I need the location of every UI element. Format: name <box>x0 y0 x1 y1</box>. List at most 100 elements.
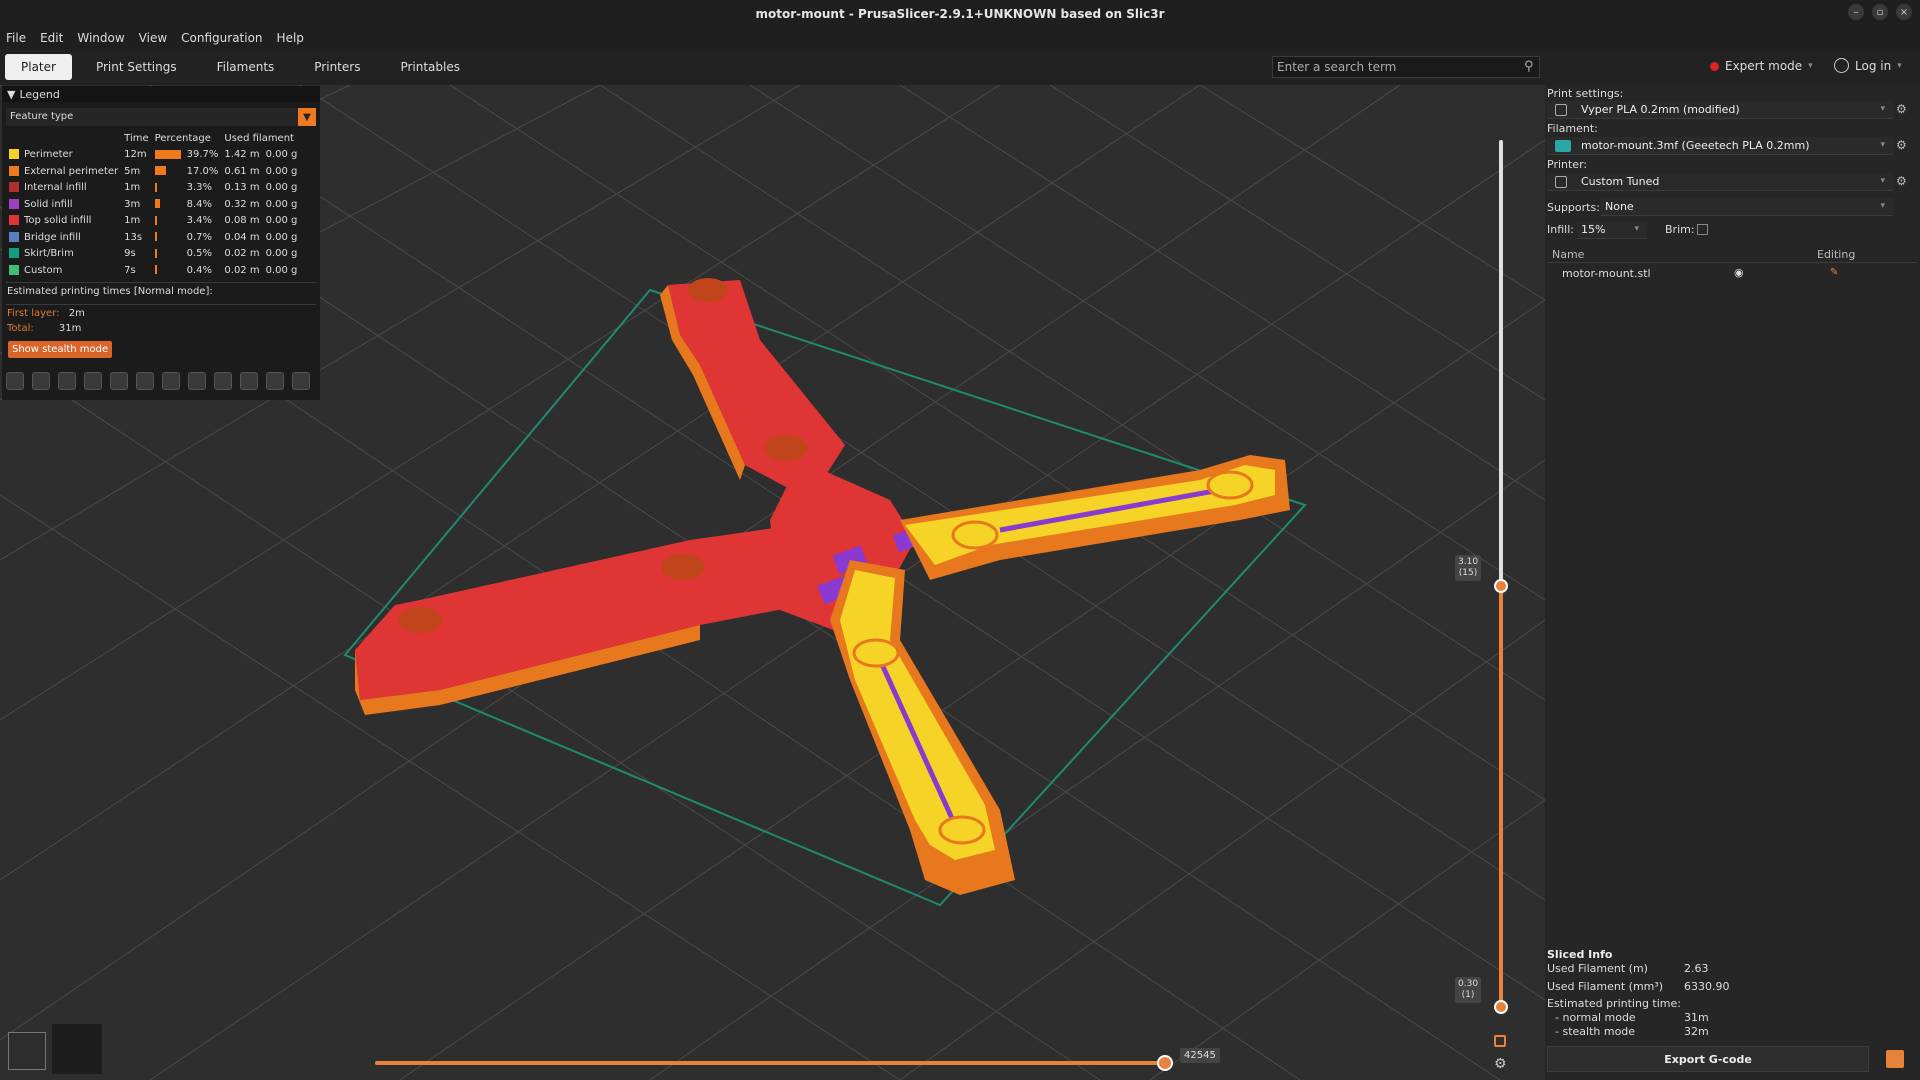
tab-printables[interactable]: Printables <box>384 54 476 80</box>
search-input[interactable]: Enter a search term <box>1272 56 1540 78</box>
lock-icon[interactable] <box>1494 1035 1506 1047</box>
legend-row[interactable]: External perimeter 5m 17.0% 0.61 m 0.00 g <box>6 163 300 180</box>
menu-file[interactable]: File <box>6 31 26 45</box>
edit-icon[interactable]: ✎ <box>1830 267 1838 278</box>
total-value: 31m <box>58 322 82 334</box>
object-row[interactable]: motor-mount.stl ◉ ✎ <box>1547 266 1917 282</box>
legend-bar-cell <box>152 163 184 180</box>
legend-header[interactable]: ▼ Legend <box>2 86 320 102</box>
legend-row[interactable]: Custom 7s 0.4% 0.02 m 0.00 g <box>6 262 300 279</box>
filament-color-swatch[interactable] <box>1555 140 1571 152</box>
legend-length: 0.02 m <box>224 248 260 260</box>
seams-icon[interactable] <box>110 372 128 390</box>
settings-icon <box>1555 104 1567 116</box>
legend-percentage-bar <box>154 232 157 242</box>
move-slider-thumb[interactable] <box>1157 1055 1173 1071</box>
legend-row[interactable]: Bridge infill 13s 0.7% 0.04 m 0.00 g <box>6 229 300 246</box>
move-slider-label: 42545 <box>1180 1048 1220 1063</box>
object-name: motor-mount.stl <box>1562 267 1651 280</box>
close-icon[interactable]: × <box>1896 4 1912 20</box>
printer-combo[interactable]: Custom Tuned ▾ <box>1547 173 1893 191</box>
chevron-down-icon: ▾ <box>1880 104 1885 114</box>
legend-time: 13s <box>124 231 143 243</box>
object-list-header: Name Editing <box>1547 246 1917 263</box>
login-button[interactable]: Log in ▾ <box>1834 58 1902 73</box>
move-slider-track[interactable] <box>375 1061 1165 1065</box>
infill-select[interactable]: 15% ▾ <box>1577 221 1647 239</box>
travel-icon[interactable] <box>6 372 24 390</box>
tool-marker-icon[interactable] <box>292 372 310 390</box>
show-stealth-mode-button[interactable]: Show stealth mode <box>8 340 113 358</box>
tab-filaments[interactable]: Filaments <box>201 54 291 80</box>
view-type-select[interactable]: Feature type ▼ <box>6 108 316 126</box>
legend-feature-label: Top solid infill <box>24 215 92 227</box>
filament-combo[interactable]: motor-mount.3mf (Geeetech PLA 0.2mm) ▾ <box>1547 137 1893 155</box>
est-title: Estimated printing times [Normal mode]: <box>7 285 213 297</box>
eye-icon[interactable]: ◉ <box>1734 266 1744 279</box>
filament-value: motor-mount.3mf (Geeetech PLA 0.2mm) <box>1581 139 1810 152</box>
legend-weight: 0.00 g <box>265 215 298 227</box>
layer-slider-lower-thumb[interactable] <box>1494 1000 1508 1014</box>
legend-divider <box>6 303 316 305</box>
legend-weight: 0.00 g <box>265 149 298 161</box>
legend-row[interactable]: Internal infill 1m 3.3% 0.13 m 0.00 g <box>6 180 300 197</box>
legend-row[interactable]: Top solid infill 1m 3.4% 0.08 m 0.00 g <box>6 213 300 230</box>
lower-layer-label: 0.30 (1) <box>1455 977 1482 1003</box>
supports-select[interactable]: None ▾ <box>1601 198 1893 216</box>
menu-bar: File Edit Window View Configuration Help <box>0 27 1920 49</box>
gear-icon[interactable]: ⚙ <box>1896 174 1907 188</box>
chevron-down-icon[interactable]: ▼ <box>298 108 316 126</box>
retractions-icon[interactable] <box>58 372 76 390</box>
tool-changes-icon[interactable] <box>136 372 154 390</box>
col-used-filament: Used filament <box>224 132 294 144</box>
export-gcode-button[interactable]: Export G-code <box>1547 1046 1869 1072</box>
menu-view[interactable]: View <box>139 31 167 45</box>
legend-row[interactable]: Solid infill 3m 8.4% 0.32 m 0.00 g <box>6 196 300 213</box>
chevron-down-icon: ▾ <box>1880 140 1885 150</box>
tab-bar: Plater Print Settings Filaments Printers… <box>0 49 1920 85</box>
menu-window[interactable]: Window <box>77 31 124 45</box>
legend-header-row: Time Percentage Used filament <box>6 130 300 147</box>
legend-feature: Bridge infill <box>6 229 121 246</box>
first-layer-label: First layer: <box>7 307 60 319</box>
minimize-icon[interactable]: – <box>1848 4 1864 20</box>
legend-divider <box>6 281 316 283</box>
color-changes-icon[interactable] <box>162 372 180 390</box>
layer-slider-upper-thumb[interactable] <box>1494 579 1508 593</box>
legend-percentage-bar <box>154 182 157 192</box>
search-icon[interactable]: ⚲ <box>1524 59 1534 74</box>
mode-selector[interactable]: Expert mode ▾ <box>1710 59 1813 73</box>
brim-checkbox[interactable] <box>1697 224 1708 235</box>
legend-row[interactable]: Perimeter 12m 39.7% 1.42 m 0.00 g <box>6 147 300 164</box>
legend-row[interactable]: Skirt/Brim 9s 0.5% 0.02 m 0.00 g <box>6 246 300 263</box>
pause-prints-icon[interactable] <box>188 372 206 390</box>
col-time: Time <box>124 132 149 144</box>
menu-configuration[interactable]: Configuration <box>181 31 262 45</box>
shells-icon[interactable] <box>266 372 284 390</box>
menu-help[interactable]: Help <box>277 31 304 45</box>
tab-printers[interactable]: Printers <box>298 54 376 80</box>
collapse-triangle-icon[interactable]: ▼ <box>7 88 15 101</box>
legend-swatch <box>9 248 19 259</box>
legend-length: 0.08 m <box>224 215 260 227</box>
preview-layers-icon[interactable] <box>52 1024 102 1074</box>
custom-gcode-icon[interactable] <box>214 372 232 390</box>
tab-print-settings[interactable]: Print Settings <box>80 54 193 80</box>
gear-icon[interactable]: ⚙ <box>1494 1056 1507 1072</box>
legend-percentage-bar <box>154 265 157 275</box>
legend-percentage-bar <box>154 149 181 159</box>
tab-plater[interactable]: Plater <box>5 54 72 80</box>
menu-edit[interactable]: Edit <box>40 31 63 45</box>
gear-icon[interactable]: ⚙ <box>1896 102 1907 116</box>
wipe-icon[interactable] <box>32 372 50 390</box>
send-to-printer-icon[interactable] <box>1886 1050 1904 1068</box>
deretractions-icon[interactable] <box>84 372 102 390</box>
legend-percentage: 39.7% <box>186 149 219 161</box>
total-label: Total: <box>7 322 34 334</box>
print-settings-combo[interactable]: Vyper PLA 0.2mm (modified) ▾ <box>1547 101 1893 119</box>
maximize-icon[interactable]: ▫ <box>1872 4 1888 20</box>
gear-icon[interactable]: ⚙ <box>1896 138 1907 152</box>
3d-view-cube-icon[interactable] <box>8 1032 46 1070</box>
center-of-gravity-icon[interactable] <box>240 372 258 390</box>
legend-time: 1m <box>124 182 141 194</box>
